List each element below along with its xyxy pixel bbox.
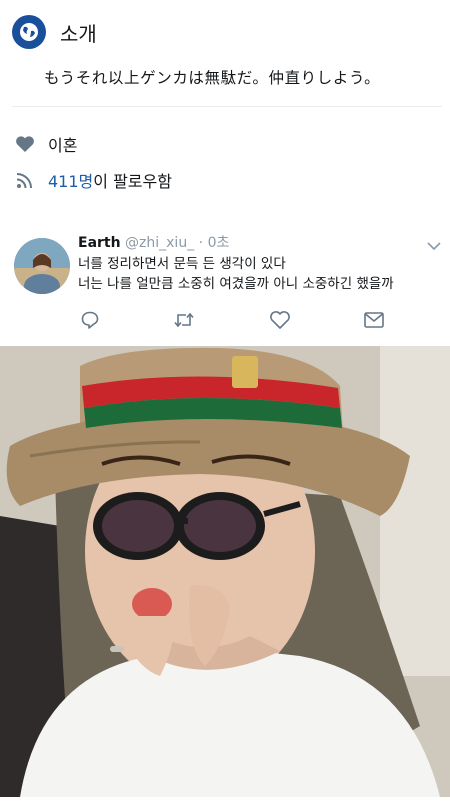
rss-icon — [14, 169, 36, 191]
intro-header: 소개 — [12, 14, 97, 50]
heart-icon — [14, 133, 36, 155]
relationship-status: 이혼 — [48, 136, 78, 155]
reply-icon[interactable] — [78, 308, 102, 332]
like-icon[interactable] — [268, 308, 292, 332]
divider — [12, 106, 442, 107]
bio-text: もうそれ以上ゲンカは無駄だ。仲直りしよう。 — [44, 69, 381, 87]
tweet-photo[interactable] — [0, 346, 450, 797]
globe-icon — [12, 15, 46, 49]
author-name[interactable]: Earth — [78, 235, 121, 251]
intro-title: 소개 — [60, 21, 97, 46]
followers-row[interactable]: 411명이 팔로우함 — [14, 168, 172, 192]
tweet-time[interactable]: 0초 — [208, 235, 230, 251]
followers-suffix: 이 팔로우함 — [93, 172, 172, 191]
relationship-row: 이혼 — [14, 132, 77, 156]
tweet-actions — [78, 308, 384, 332]
avatar[interactable] — [14, 238, 70, 294]
message-icon[interactable] — [362, 308, 386, 332]
author-handle[interactable]: @zhi_xiu_ — [125, 235, 194, 251]
retweet-icon[interactable] — [172, 308, 196, 332]
tweet-text-line: 너는 나를 얼만큼 소중히 여겼을까 아니 소중하긴 했을까 — [78, 276, 394, 292]
followers-count[interactable]: 411명 — [48, 172, 93, 191]
tweet-text-line: 너를 정리하면서 문득 든 생각이 있다 — [78, 256, 286, 272]
tweet-separator: · — [194, 235, 208, 251]
chevron-down-icon[interactable] — [426, 236, 442, 255]
